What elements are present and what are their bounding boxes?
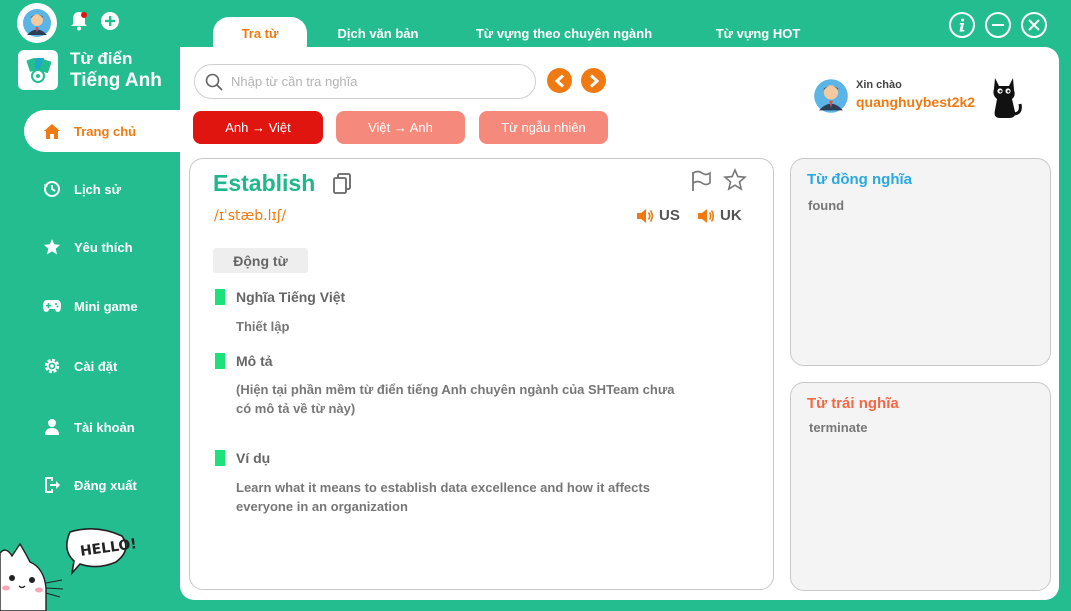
mode-en-vi-button[interactable]: Anh → Việt	[193, 111, 323, 144]
sidebar-item-label: Lịch sử	[74, 181, 121, 197]
pronounce-uk-label: UK	[720, 207, 742, 224]
black-cat-icon	[989, 74, 1023, 125]
copy-icon[interactable]	[332, 173, 352, 200]
minimize-button[interactable]	[985, 12, 1011, 38]
meaning-text: Thiết lập	[236, 319, 290, 334]
sidebar-item-history[interactable]: Lịch sử	[24, 168, 180, 210]
app-logo	[18, 50, 58, 90]
speaker-icon	[637, 208, 654, 223]
tab-specialized-vocab[interactable]: Từ vựng theo chuyên ngành	[462, 17, 666, 50]
app-title-line1: Từ điển	[70, 49, 133, 68]
logout-icon	[42, 475, 62, 495]
info-icon	[959, 18, 965, 32]
sidebar-item-label: Trang chủ	[74, 123, 137, 139]
mode-vi-en-button[interactable]: Việt → Anh	[336, 111, 465, 144]
synonyms-card	[790, 158, 1051, 366]
section-marker	[215, 450, 225, 466]
sidebar-item-label: Yêu thích	[74, 239, 133, 255]
word-phonetic: /ɪˈstæb.lɪʃ/	[214, 208, 287, 224]
greeting-avatar[interactable]	[813, 78, 849, 119]
word-term: Establish	[213, 170, 316, 196]
description-line-1: (Hiện tại phần mềm từ điển tiếng Anh chu…	[236, 382, 675, 397]
mode-label: Từ ngẫu nhiên	[501, 120, 586, 135]
antonyms-title: Từ trái nghĩa	[807, 395, 899, 412]
tab-label: Từ vựng theo chuyên ngành	[475, 26, 653, 41]
avatar-icon	[814, 79, 848, 113]
antonyms-card	[790, 382, 1051, 591]
username: quanghuybest2k2	[856, 94, 976, 110]
tab-hot-vocab[interactable]: Từ vựng HOT	[700, 17, 816, 50]
example-title: Ví dụ	[236, 450, 271, 466]
pronounce-uk-button[interactable]: UK	[697, 207, 742, 224]
section-marker	[215, 289, 225, 305]
sidebar-item-settings[interactable]: Cài đặt	[24, 345, 180, 387]
minimize-icon	[992, 24, 1004, 26]
section-marker	[215, 353, 225, 369]
example-line-2: everyone in an organization	[236, 499, 408, 514]
sidebar-item-home[interactable]: Trang chủ	[24, 110, 184, 152]
greeting-text: Xin chào	[856, 79, 902, 91]
app-title: Từ điển Tiếng Anh	[70, 50, 162, 90]
synonyms-value: found	[808, 198, 845, 213]
speaker-icon	[698, 208, 715, 223]
description-title: Mô tả	[236, 353, 273, 369]
synonyms-title: Từ đồng nghĩa	[807, 171, 913, 188]
close-icon	[1028, 19, 1040, 31]
tab-label: Tra từ	[241, 26, 279, 41]
random-word-button[interactable]: Từ ngẫu nhiên	[479, 111, 608, 144]
gamepad-icon	[42, 296, 62, 316]
sidebar-item-label: Tài khoản	[74, 419, 135, 435]
info-button[interactable]	[949, 12, 975, 38]
notification-bell-icon[interactable]	[70, 11, 88, 36]
mode-label: Anh → Việt	[225, 120, 291, 135]
app-window: Từ điển Tiếng Anh Trang chủ Lịch sử Yêu …	[0, 0, 1071, 611]
sidebar-item-label: Cài đặt	[74, 358, 118, 374]
tab-label: Từ vựng HOT	[715, 26, 801, 41]
hello-cat-mascot: HELLO!	[0, 528, 140, 611]
add-icon[interactable]	[101, 12, 119, 35]
pronounce-us-label: US	[659, 207, 680, 224]
user-icon	[42, 417, 62, 437]
tab-label: Dịch văn bản	[337, 26, 419, 41]
mode-label: Việt → Anh	[368, 120, 433, 135]
sidebar-item-account[interactable]: Tài khoản	[24, 406, 180, 448]
star-icon	[42, 237, 62, 257]
avatar-icon	[23, 9, 51, 37]
sidebar-item-logout[interactable]: Đăng xuất	[24, 464, 180, 506]
gear-icon	[42, 356, 62, 376]
part-of-speech-badge: Động từ	[213, 248, 308, 273]
app-title-line2: Tiếng Anh	[70, 70, 162, 91]
chevron-right-icon	[589, 73, 599, 88]
sidebar-item-label: Đăng xuất	[74, 477, 137, 493]
search-icon	[205, 73, 223, 91]
favorite-star-icon[interactable]	[723, 167, 747, 197]
home-icon	[42, 121, 62, 141]
example-line-1: Learn what it means to establish data ex…	[236, 480, 650, 495]
chevron-left-icon	[554, 73, 564, 88]
sidebar-item-minigame[interactable]: Mini game	[24, 285, 180, 327]
pronounce-us-button[interactable]: US	[636, 207, 680, 224]
search-box	[194, 64, 536, 99]
sidebar-item-favorites[interactable]: Yêu thích	[24, 226, 180, 268]
close-button[interactable]	[1021, 12, 1047, 38]
user-avatar[interactable]	[17, 3, 57, 43]
sidebar-item-label: Mini game	[74, 298, 138, 314]
description-line-2: có mô tả về từ này)	[236, 401, 356, 416]
logo-icon	[26, 58, 52, 83]
search-input[interactable]	[231, 74, 511, 89]
meaning-title: Nghĩa Tiếng Việt	[236, 289, 346, 305]
antonyms-value: terminate	[809, 420, 868, 435]
forward-button[interactable]	[581, 68, 606, 93]
history-icon	[42, 179, 62, 199]
flag-icon[interactable]	[689, 169, 713, 198]
tab-translate-text[interactable]: Dịch văn bản	[322, 17, 434, 50]
tab-lookup[interactable]: Tra từ	[213, 17, 307, 50]
back-button[interactable]	[547, 68, 572, 93]
